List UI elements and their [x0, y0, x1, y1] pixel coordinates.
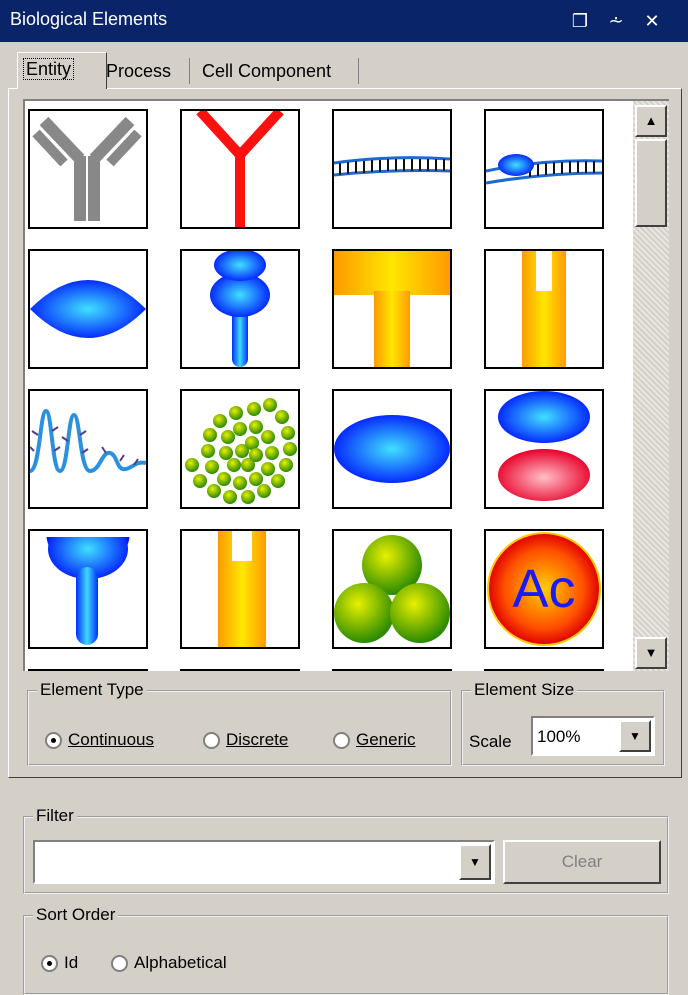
sort-alphabetical-label: Alphabetical — [134, 953, 227, 972]
tab-separator — [358, 58, 359, 84]
dna-with-protein-icon — [486, 154, 602, 185]
scroll-up-button[interactable]: ▲ — [635, 105, 667, 137]
tab-cell-component-label: Cell Component — [202, 61, 332, 81]
palette-item[interactable] — [180, 109, 300, 229]
palette-item[interactable] — [28, 109, 148, 229]
receptor-red-icon — [196, 111, 284, 227]
element-size-legend: Element Size — [471, 680, 578, 700]
filter-legend: Filter — [33, 806, 77, 826]
palette-scrollbar[interactable]: ▲ ▼ — [633, 99, 669, 671]
orange-slot-channel-icon — [218, 531, 266, 647]
rna-loops-icon — [30, 408, 146, 474]
chevron-down-icon: ▼ — [469, 855, 481, 869]
palette-item[interactable] — [180, 669, 300, 671]
palette-item[interactable] — [484, 249, 604, 369]
sort-id-label: Id — [64, 953, 79, 972]
scroll-thumb[interactable] — [635, 139, 667, 227]
palette-item[interactable] — [332, 109, 452, 229]
tab-cell-component[interactable]: Cell Component — [196, 55, 337, 87]
blue-ellipse-icon — [30, 280, 146, 338]
palette-item[interactable] — [484, 389, 604, 509]
filter-group: Filter ▼ Clear — [23, 806, 669, 894]
window-title: Biological Elements — [10, 9, 168, 29]
scale-combobox[interactable]: 100% ▼ — [531, 716, 655, 756]
filter-dropdown-button[interactable]: ▼ — [459, 844, 491, 880]
palette-item[interactable] — [332, 669, 452, 671]
palette-item[interactable] — [180, 249, 300, 369]
palette-item[interactable]: Ac — [484, 529, 604, 649]
radio-selected-icon — [41, 954, 58, 972]
arrow-up-icon: ▲ — [644, 113, 658, 128]
antibody-gray-icon — [32, 116, 142, 221]
orange-channel-icon — [522, 251, 566, 367]
discrete-label: Discrete — [226, 730, 289, 749]
continuous-radio[interactable]: Continuous — [45, 730, 154, 750]
scale-value: 100% — [537, 727, 581, 746]
tab-entity[interactable]: Entity — [17, 52, 107, 89]
element-size-group: Element Size Scale 100% ▼ — [461, 680, 665, 766]
palette-item[interactable] — [28, 389, 148, 509]
element-palette: Ac — [23, 99, 635, 671]
scroll-down-button[interactable]: ▼ — [635, 637, 667, 669]
tab-process-label: Process — [106, 61, 172, 81]
discrete-radio[interactable]: Discrete — [203, 730, 288, 750]
blue-cup-receptor-icon — [44, 531, 132, 645]
generic-radio[interactable]: Generic — [333, 730, 416, 750]
tab-process[interactable]: Process — [100, 55, 177, 87]
restore-icon[interactable]: ❐ — [568, 9, 592, 33]
dna-strand-icon — [334, 156, 450, 177]
sort-id-radio[interactable]: Id — [41, 953, 78, 973]
radio-icon — [111, 954, 128, 972]
palette-item[interactable] — [484, 669, 604, 671]
blue-receptor-stack-icon — [210, 251, 270, 367]
blue-oval-icon — [334, 415, 450, 483]
green-bead-spiral-icon — [185, 398, 297, 504]
palette-item[interactable] — [332, 389, 452, 509]
palette-item[interactable] — [332, 249, 452, 369]
radio-icon — [333, 731, 350, 749]
green-sphere-cluster-icon — [334, 535, 450, 643]
palette-item[interactable] — [484, 109, 604, 229]
palette-item[interactable] — [332, 529, 452, 649]
acetyl-circle-icon: Ac — [487, 532, 601, 646]
sort-alphabetical-radio[interactable]: Alphabetical — [111, 953, 227, 973]
clear-button[interactable]: Clear — [503, 840, 661, 884]
palette-item[interactable] — [28, 669, 148, 671]
acetyl-label: Ac — [512, 559, 575, 619]
chevron-down-icon: ▼ — [629, 729, 641, 743]
close-icon[interactable]: ✕ — [640, 9, 664, 33]
arrow-down-icon: ▼ — [644, 645, 658, 660]
generic-label: Generic — [356, 730, 416, 749]
sort-order-legend: Sort Order — [33, 905, 119, 925]
scale-dropdown-button[interactable]: ▼ — [619, 720, 651, 752]
radio-icon — [203, 731, 220, 749]
filter-input[interactable]: ▼ — [33, 840, 495, 884]
radio-selected-icon — [45, 731, 62, 749]
pin-icon[interactable]: ⩪ — [604, 9, 628, 33]
palette-item[interactable] — [28, 249, 148, 369]
orange-t-block-icon — [334, 251, 450, 367]
element-type-legend: Element Type — [37, 680, 147, 700]
clear-label: Clear — [561, 852, 603, 871]
palette-item[interactable] — [180, 389, 300, 509]
continuous-label: Continuous — [68, 730, 155, 749]
element-type-group: Element Type Continuous Discrete Generic — [27, 680, 452, 766]
sort-order-group: Sort Order Id Alphabetical — [23, 905, 669, 995]
scale-label: Scale — [469, 732, 512, 751]
tab-entity-label: Entity — [22, 58, 75, 80]
palette-item[interactable] — [28, 529, 148, 649]
palette-item[interactable] — [180, 529, 300, 649]
tab-separator — [189, 58, 190, 84]
blue-red-ellipses-icon — [498, 391, 590, 501]
title-bar: Biological Elements ❐ ⩪ ✕ — [0, 0, 688, 42]
